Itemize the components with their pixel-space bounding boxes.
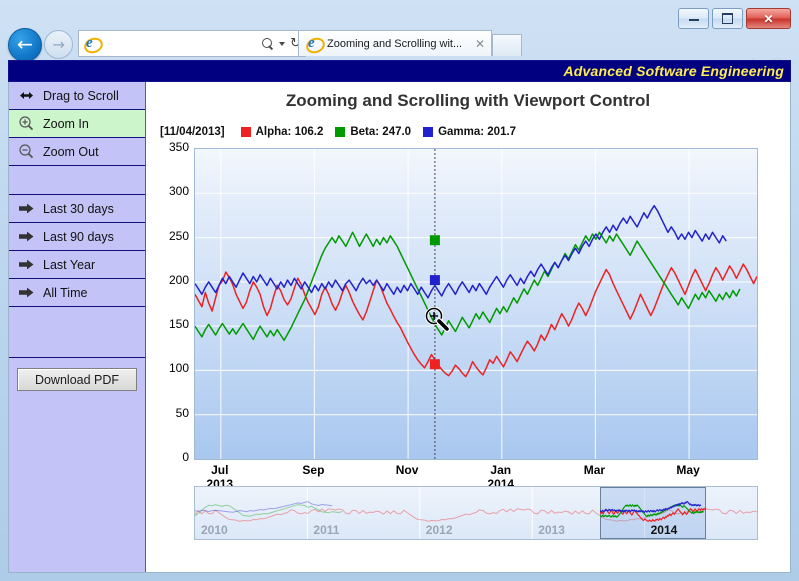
y-axis-tick: 300: [168, 184, 189, 199]
zoom-in-icon: [18, 116, 35, 131]
legend-item-beta[interactable]: Beta: 247.0: [335, 126, 411, 138]
chart-title: Zooming and Scrolling with Viewport Cont…: [285, 91, 651, 110]
scroller-year-label: 2013: [538, 523, 565, 537]
x-axis-tick: Sep: [283, 463, 343, 477]
x-axis-tick: Nov: [377, 463, 437, 477]
address-bar[interactable]: e ↻: [78, 30, 306, 57]
y-axis-tick: 50: [175, 405, 189, 420]
browser-window: ✕ ← → e ↻ e Zooming and Scrolling wit...…: [0, 0, 799, 581]
sidebar-item-label: Zoom In: [43, 116, 89, 131]
banner-title: Advanced Software Engineering: [563, 63, 784, 79]
y-axis-tick: 100: [168, 361, 189, 376]
sidebar-separator: [9, 307, 145, 358]
legend-date: [11/04/2013]: [160, 126, 225, 138]
y-axis-tick: 0: [182, 450, 189, 464]
sidebar-item-last-30-days[interactable]: Last 30 days: [9, 195, 145, 223]
scroller-year-label: 2011: [313, 523, 340, 537]
page-body: Drag to Scroll Zoom In Zoom Out Last 30 …: [8, 82, 791, 573]
arrow-right-icon: [18, 257, 35, 272]
arrow-right-icon: →: [52, 35, 65, 53]
legend-label-gamma: Gamma: 201.7: [438, 126, 517, 138]
scroller-year-label: 2012: [425, 523, 453, 537]
x-axis-tick: May: [658, 463, 718, 477]
close-icon: ✕: [763, 11, 774, 26]
y-axis-tick: 150: [168, 317, 189, 332]
zoom-out-icon: [18, 144, 35, 159]
sidebar-separator: [9, 166, 145, 195]
legend-swatch-alpha: [240, 127, 251, 137]
arrow-right-icon: [18, 201, 35, 216]
sidebar-item-last-90-days[interactable]: Last 90 days: [9, 223, 145, 251]
internet-explorer-icon: e: [82, 35, 105, 56]
arrow-right-icon: [18, 229, 35, 244]
chevron-down-icon[interactable]: [279, 41, 286, 46]
sidebar: Drag to Scroll Zoom In Zoom Out Last 30 …: [9, 82, 146, 572]
chart-legend: [11/04/2013] Alpha: 106.2 Beta: 247.0 Ga…: [160, 126, 516, 138]
legend-label-beta: Beta: 247.0: [350, 126, 412, 138]
sidebar-item-drag-to-scroll[interactable]: Drag to Scroll: [9, 82, 145, 110]
window-controls: ✕: [678, 8, 791, 29]
plot-area[interactable]: [194, 148, 758, 460]
sidebar-item-all-time[interactable]: All Time: [9, 279, 145, 307]
x-tick-month: Mar: [583, 463, 606, 477]
sidebar-item-zoom-in[interactable]: Zoom In: [9, 110, 145, 138]
legend-swatch-gamma: [423, 127, 434, 137]
maximize-button[interactable]: [712, 8, 743, 29]
tab-title: Zooming and Scrolling wit...: [327, 37, 463, 50]
x-tick-month: Jul: [211, 463, 229, 477]
legend-item-alpha[interactable]: Alpha: 106.2: [240, 126, 324, 138]
x-tick-month: Nov: [395, 463, 419, 477]
x-tick-month: May: [676, 463, 700, 477]
sidebar-item-label: Drag to Scroll: [43, 88, 119, 103]
download-pdf-wrapper: Download PDF: [9, 358, 145, 391]
navigation-bar: ← → e ↻ e Zooming and Scrolling wit... ✕: [8, 28, 791, 75]
sidebar-item-last-year[interactable]: Last Year: [9, 251, 145, 279]
forward-button[interactable]: →: [44, 30, 73, 59]
sidebar-item-label: Last 90 days: [43, 229, 114, 244]
chart-panel: Zooming and Scrolling with Viewport Cont…: [146, 82, 790, 572]
site-banner: Advanced Software Engineering: [8, 60, 791, 82]
sidebar-item-zoom-out[interactable]: Zoom Out: [9, 138, 145, 166]
arrow-left-icon: ←: [17, 33, 33, 56]
y-axis-tick: 200: [168, 272, 189, 287]
x-axis-tick: Mar: [564, 463, 624, 477]
viewport-scrollbar[interactable]: 2010 2011 2012 2013 2014: [194, 486, 758, 540]
x-tick-month: Sep: [302, 463, 325, 477]
new-tab-button[interactable]: [492, 34, 522, 56]
address-bar-icons: ↻: [262, 37, 301, 50]
tab-close-icon[interactable]: ✕: [469, 38, 485, 50]
back-button[interactable]: ←: [8, 28, 42, 62]
y-axis-tick: 350: [168, 140, 189, 154]
legend-label-alpha: Alpha: 106.2: [255, 126, 324, 138]
scroller-year-label: 2014: [650, 523, 678, 537]
tab-strip: e Zooming and Scrolling wit... ✕: [298, 30, 522, 56]
search-icon[interactable]: [262, 37, 274, 50]
minimize-button[interactable]: [678, 8, 709, 29]
legend-swatch-beta: [335, 127, 346, 137]
close-window-button[interactable]: ✕: [746, 8, 791, 29]
arrow-right-icon: [18, 285, 35, 300]
download-pdf-button[interactable]: Download PDF: [17, 368, 137, 391]
scroller-year-label: 2010: [201, 523, 228, 537]
y-axis-tick: 250: [168, 228, 189, 243]
tab-zooming-and-scrolling[interactable]: e Zooming and Scrolling wit... ✕: [298, 30, 492, 56]
sidebar-item-label: All Time: [43, 285, 88, 300]
sidebar-item-label: Last Year: [43, 257, 96, 272]
sidebar-item-label: Zoom Out: [43, 144, 99, 159]
x-tick-month: Jan: [490, 463, 512, 477]
tab-favicon-icon: e: [304, 35, 327, 56]
sidebar-item-label: Last 30 days: [43, 201, 114, 216]
legend-item-gamma[interactable]: Gamma: 201.7: [423, 126, 516, 138]
drag-arrows-icon: [18, 88, 35, 103]
